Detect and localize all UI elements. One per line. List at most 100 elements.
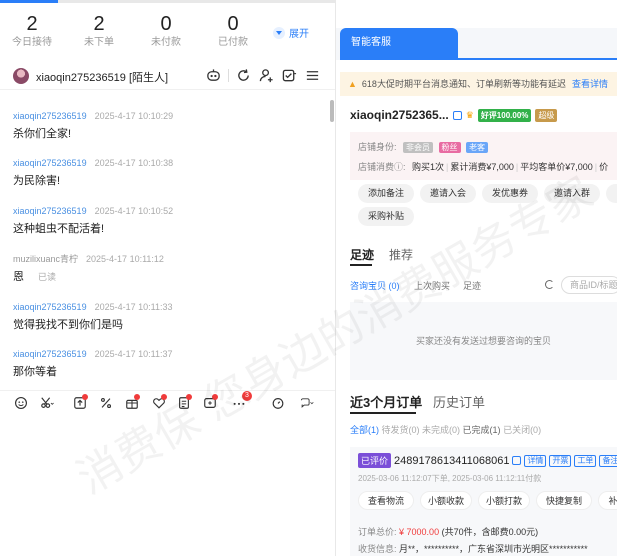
message-item: xiaoqin275236519 2025-4-17 10:11:37 那你等着	[13, 348, 172, 379]
tab-history-orders[interactable]: 历史订单	[433, 392, 485, 411]
stat-number: 0	[160, 13, 172, 35]
subtab-consult[interactable]: 咨询宝贝 (0)	[350, 279, 400, 292]
expand-label: 展开	[289, 29, 309, 40]
stat-paid[interactable]: 0 已付款	[203, 12, 263, 50]
order-total: 订单总价: ¥ 7000.00 (共70件，含邮费0.00元)	[358, 525, 538, 538]
subtab-footprint[interactable]: 足迹	[463, 279, 481, 292]
refresh-icon[interactable]	[545, 280, 554, 289]
order-note-link[interactable]: 备注	[599, 454, 617, 467]
total-detail: (共70件，含邮费0.00元)	[441, 527, 539, 537]
robot-icon[interactable]	[205, 67, 222, 84]
chat-header: xiaoqin275236519 [陌生人]	[0, 62, 335, 90]
small-pay-button[interactable]: 小额打款	[478, 491, 530, 510]
stat-today[interactable]: 2 今日接待	[2, 12, 62, 50]
address-label: 收货信息:	[358, 544, 397, 554]
message-list: xiaoqin275236519 2025-4-17 10:10:29 杀你们全家…	[0, 90, 330, 380]
order-icon[interactable]	[175, 394, 193, 412]
message-item: xiaoqin275236519 2025-4-17 10:10:38 为民除害!	[13, 157, 173, 188]
message-time: 2025-4-17 10:10:52	[94, 206, 174, 216]
add-note-button[interactable]: 添加备注	[358, 184, 414, 203]
product-search-input[interactable]: 商品ID/标题	[561, 276, 617, 294]
message-text: 为民除害!	[13, 175, 61, 187]
coupon-icon[interactable]	[97, 394, 115, 412]
warning-icon: ▲	[348, 79, 357, 89]
consume-value: 平均客单价¥7,000	[520, 162, 593, 172]
copy-icon[interactable]	[512, 456, 522, 465]
chevron-down-icon	[273, 26, 285, 39]
message-nick[interactable]: muzilixuanc青柠	[13, 254, 78, 264]
address-value: 月**，**********，广东省深圳市光明区***********	[399, 544, 588, 554]
order-invoice-link[interactable]: 开票	[549, 454, 572, 467]
message-item: muzilixuanc青柠 2025-4-17 10:11:12 恩 已读	[13, 253, 164, 284]
identity-tag: 老客	[466, 142, 489, 153]
message-nick[interactable]: xiaoqin275236519	[13, 302, 87, 312]
small-collect-button[interactable]: 小额收款	[420, 491, 472, 510]
add-card-icon[interactable]	[201, 394, 219, 412]
quick-reply-icon[interactable]	[295, 394, 319, 412]
filter-all[interactable]: 全部(1)	[350, 425, 379, 435]
level-badge: 超级	[535, 108, 558, 122]
filter-done[interactable]: 已完成(1)	[463, 425, 501, 435]
message-time: 2025-4-17 10:10:29	[94, 111, 174, 121]
stat-label: 未下单	[84, 37, 114, 48]
send-coupon-button[interactable]: 发优惠券	[482, 184, 538, 203]
gift-icon[interactable]	[123, 394, 141, 412]
order-detail-link[interactable]: 详情	[524, 454, 547, 467]
stat-label: 已付款	[218, 37, 248, 48]
tab-recommend[interactable]: 推荐	[389, 246, 413, 263]
input-toolbar: 3	[0, 390, 335, 412]
message-nick[interactable]: xiaoqin275236519	[13, 349, 87, 359]
consume-label: 店铺消费ⓘ:	[358, 162, 406, 172]
tab-smart-service[interactable]: 智能客服	[340, 28, 458, 58]
scissors-icon[interactable]	[38, 394, 56, 412]
view-logistics-button[interactable]: 查看物流	[358, 491, 414, 510]
crown-icon: ♛	[465, 109, 474, 120]
stat-label: 未付款	[151, 37, 181, 48]
notice-link[interactable]: 查看详情	[572, 79, 608, 89]
copy-icon[interactable]	[452, 110, 462, 120]
message-nick[interactable]: xiaoqin275236519	[13, 206, 87, 216]
more-badge: 3	[242, 391, 252, 401]
consume-value: 价	[599, 162, 609, 172]
consume-value: 购买1次	[412, 162, 445, 172]
subtab-last-purchase[interactable]: 上次购买	[414, 279, 450, 292]
stat-unpaid[interactable]: 0 未付款	[136, 12, 196, 50]
add-user-icon[interactable]	[258, 67, 275, 84]
send-button[interactable]: 发送	[606, 184, 617, 203]
invite-group-button[interactable]: 邀请入群	[544, 184, 600, 203]
stat-label: 今日接待	[12, 37, 52, 48]
timer-icon[interactable]	[269, 394, 287, 412]
supplement-button[interactable]: 补	[598, 491, 617, 510]
menu-icon[interactable]	[304, 67, 321, 84]
order-time: 2025-03-06 11:12:07下单, 2025-03-06 11:12:…	[358, 474, 542, 483]
filter-pending[interactable]: 待发货(0)	[382, 425, 420, 435]
contact-name: xiaoqin275236519 [陌生人]	[36, 72, 169, 84]
message-nick[interactable]: xiaoqin275236519	[13, 158, 87, 168]
tab-recent-orders[interactable]: 近3个月订单	[350, 392, 422, 411]
upload-icon[interactable]	[71, 394, 89, 412]
invite-member-button[interactable]: 邀请入会	[420, 184, 476, 203]
stats-bar: 2 今日接待 2 未下单 0 未付款 0 已付款 展开	[0, 12, 335, 56]
stat-number: 0	[227, 13, 239, 35]
stat-not-ordered[interactable]: 2 未下单	[69, 12, 129, 50]
avatar[interactable]	[13, 68, 29, 84]
more-icon[interactable]: 3	[230, 391, 252, 412]
chat-scrollbar[interactable]	[330, 100, 334, 122]
tab-footprint[interactable]: 足迹	[350, 246, 374, 263]
order-ticket-link[interactable]: 工单	[574, 454, 597, 467]
message-nick[interactable]: xiaoqin275236519	[13, 111, 87, 121]
refresh-icon[interactable]	[235, 67, 252, 84]
quick-copy-button[interactable]: 快捷复制	[536, 491, 592, 510]
identity-label: 店铺身份:	[358, 142, 397, 152]
filter-closed[interactable]: 已关闭(0)	[503, 425, 541, 435]
heart-tag-icon[interactable]	[150, 394, 168, 412]
purchase-subsidy-button[interactable]: 采购补贴	[358, 207, 414, 226]
emoji-icon[interactable]	[12, 394, 30, 412]
message-text: 这种蛆虫不配活着!	[13, 223, 105, 235]
check-list-icon[interactable]	[281, 67, 298, 84]
order-address: 收货信息: 月**，**********，广东省深圳市光明区**********…	[358, 542, 588, 555]
expand-button[interactable]: 展开	[273, 25, 309, 40]
filter-unfinished[interactable]: 未完成(0)	[422, 425, 460, 435]
message-item: xiaoqin275236519 2025-4-17 10:10:52 这种蛆虫不…	[13, 205, 173, 236]
right-panel: 智能客服 ▲ 618大促时期平台消息通知、订单刷新等功能有延迟 查看详情 xiaoq…	[336, 0, 617, 556]
